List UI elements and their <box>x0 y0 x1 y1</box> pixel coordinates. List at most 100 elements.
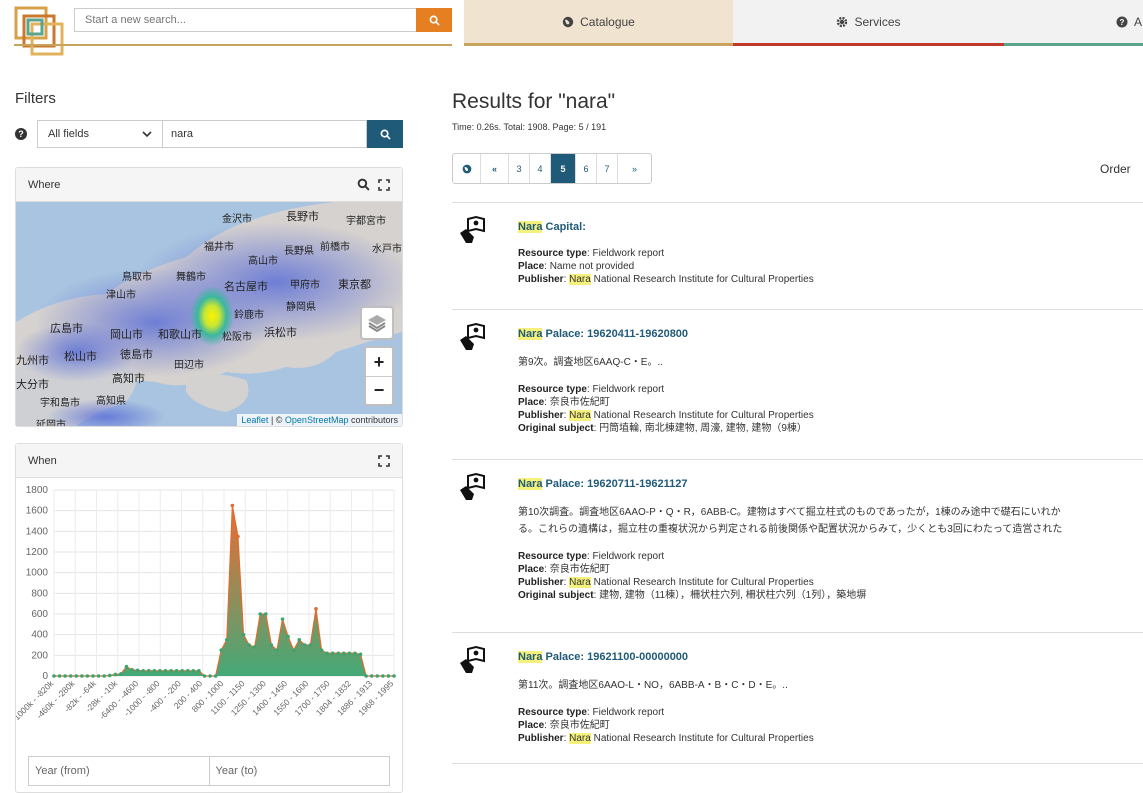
osm-link[interactable]: OpenStreetMap <box>285 415 349 425</box>
timeline-point <box>213 674 218 678</box>
fullscreen-icon[interactable] <box>378 454 390 467</box>
map-label: 前橋市 <box>320 242 350 253</box>
result-title[interactable]: Nara Capital: <box>518 221 1143 233</box>
zoom-out-button[interactable]: − <box>366 376 392 404</box>
timeline-point <box>152 669 157 673</box>
pager-next[interactable]: » <box>618 154 651 183</box>
timeline-point <box>364 674 368 678</box>
attribution-tail: contributors <box>348 415 398 425</box>
timeline-point <box>135 668 140 673</box>
y-tick-label: 1800 <box>26 485 49 496</box>
pager-page-7[interactable]: 7 <box>597 154 618 183</box>
timeline-chart[interactable]: 0 200 400 600 800 1000 1200 1400 1600 1800 -1000k … <box>10 478 402 748</box>
when-title: When <box>28 454 57 467</box>
when-panel: When 0 200 400 600 800 1000 1200 1400 1600 1800 -1… <box>10 443 403 793</box>
map-label: 水戸市 <box>372 244 402 255</box>
result-publisher: Publisher: Nara National Research Instit… <box>518 410 814 421</box>
global-search-input[interactable] <box>74 8 416 32</box>
leaflet-link[interactable]: Leaflet <box>241 415 268 425</box>
timeline-point <box>319 648 324 652</box>
layers-icon <box>368 315 386 333</box>
map-label: 津山市 <box>106 290 136 301</box>
timeline-point <box>241 632 246 637</box>
map-label: 松山市 <box>64 350 97 363</box>
timeline-point <box>375 674 380 678</box>
zoom-control: + − <box>364 346 394 406</box>
field-search-button[interactable] <box>367 120 403 148</box>
help-icon[interactable]: ? <box>15 128 27 140</box>
result-field-value: Fieldwork report <box>592 384 665 395</box>
search-icon[interactable] <box>357 178 370 191</box>
timeline-point <box>297 638 302 642</box>
nav-services[interactable]: Services <box>733 0 1004 46</box>
result-title-highlight: Nara <box>518 328 543 340</box>
result-field-value: National Research Institute for Cultural… <box>590 577 814 588</box>
result-field-value: 奈良市佐紀町 <box>549 397 610 408</box>
nav-services-label: Services <box>854 14 901 29</box>
result-field-label: Place <box>518 397 545 408</box>
result-title-rest: Palace: 19621100-00000000 <box>542 651 689 663</box>
nav-about[interactable]: ? A <box>1004 0 1143 46</box>
result-field-label: Resource type <box>518 248 587 259</box>
fullscreen-icon[interactable] <box>378 178 390 191</box>
pager-page-3[interactable]: 3 <box>509 154 530 183</box>
map-label: 金沢市 <box>222 214 252 225</box>
map-label: 鈴鹿市 <box>234 310 264 321</box>
timeline-point <box>369 674 374 678</box>
layers-button[interactable] <box>360 306 394 340</box>
timeline-point <box>336 651 341 656</box>
result-title-highlight: Nara <box>518 651 543 663</box>
heat-map[interactable]: 金沢市 長野市 宇都宮市 福井市 高山市 前橋市 水戸市 長野県 鳥取市 舞鶴市… <box>16 202 402 426</box>
result-place: Place: 奈良市佐紀町 <box>518 397 610 408</box>
result-title[interactable]: Nara Palace: 19621100-00000000 <box>518 651 1143 663</box>
timeline-point <box>275 648 279 652</box>
timeline-point <box>269 643 274 647</box>
result-place: Place: 奈良市佐紀町 <box>518 564 610 575</box>
timeline-point <box>314 607 318 611</box>
order-label[interactable]: Order <box>1100 162 1131 176</box>
map-label: 徳島市 <box>120 348 153 361</box>
pager-prev[interactable]: « <box>481 154 509 183</box>
result-title-highlight: Nara <box>518 221 543 233</box>
result-field-label: Original subject <box>518 590 594 601</box>
timeline-point <box>236 534 240 539</box>
timeline-point <box>85 674 90 678</box>
map-attribution: Leaflet | © OpenStreetMap contributors <box>237 414 402 426</box>
result-item: Nara Palace: 19621100-00000000 第11次。調査地区… <box>452 632 1143 762</box>
map-base <box>16 202 402 426</box>
timeline-point <box>303 643 307 647</box>
field-select[interactable]: All fields <box>37 120 163 148</box>
where-panel-header: Where <box>16 168 402 202</box>
timeline-point <box>353 651 357 656</box>
pager-page-6[interactable]: 6 <box>576 154 597 183</box>
zoom-in-button[interactable]: + <box>366 348 392 376</box>
timeline-point <box>386 674 391 678</box>
pager-page-5[interactable]: 5 <box>551 154 576 183</box>
result-title[interactable]: Nara Palace: 19620411-19620800 <box>518 328 1143 340</box>
timeline-point <box>247 643 251 647</box>
timeline-point <box>146 669 151 673</box>
result-title[interactable]: Nara Palace: 19620711-19621127 <box>518 478 1143 490</box>
result-field-label: Resource type <box>518 707 587 718</box>
result-publisher-highlight: Nara <box>569 410 591 421</box>
result-original-subject: Original subject: 建物, 建物（11棟），柵状柱穴列, 柵状柱… <box>518 590 867 601</box>
timeline-point <box>264 612 268 616</box>
timeline-point <box>57 674 62 678</box>
y-tick-label: 1400 <box>26 526 49 537</box>
result-title-rest: Palace: 19620411-19620800 <box>542 328 689 340</box>
pager-map-toggle[interactable] <box>453 154 481 183</box>
year-to-input[interactable]: Year (to) <box>209 756 390 786</box>
global-search-button[interactable] <box>416 8 452 32</box>
field-search-input[interactable]: nara <box>163 120 367 148</box>
result-field-value: National Research Institute for Cultural… <box>590 274 814 285</box>
site-logo[interactable] <box>14 6 66 58</box>
result-field-value: National Research Institute for Cultural… <box>590 733 814 744</box>
pager-page-4[interactable]: 4 <box>530 154 551 183</box>
timeline-point <box>291 648 296 652</box>
nav-catalogue[interactable]: Catalogue <box>464 0 733 46</box>
filters-title: Filters <box>15 90 56 107</box>
year-from-input[interactable]: Year (from) <box>28 756 210 786</box>
timeline-point <box>119 672 123 676</box>
y-tick-label: 200 <box>31 650 48 661</box>
result-field-label: Original subject <box>518 423 594 434</box>
